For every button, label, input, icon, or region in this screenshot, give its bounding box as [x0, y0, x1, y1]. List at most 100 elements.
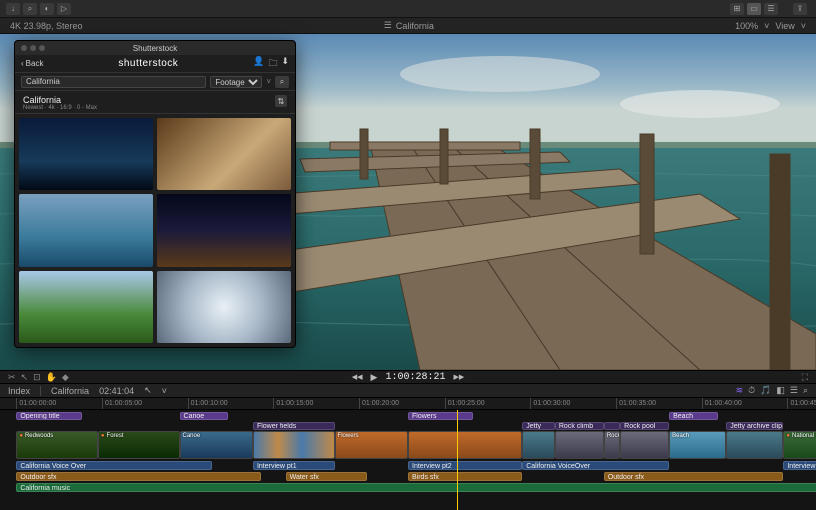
results-meta: California Newest · 4k · 16:9 · 0 - Max …: [15, 91, 295, 114]
video-clip[interactable]: [408, 431, 522, 459]
audio-icon[interactable]: 🎵: [760, 385, 771, 396]
compound-clip-icon: ●: [19, 433, 23, 439]
audio-track[interactable]: California Voice Over Interview pt1 Interv…: [0, 461, 816, 470]
clip-label: Canoe: [183, 433, 201, 439]
audio-clip[interactable]: California music: [16, 483, 816, 492]
layout-default-button[interactable]: ▭: [747, 3, 761, 15]
video-clip[interactable]: Flowers: [335, 431, 408, 459]
connected-clip-label[interactable]: Rock climb: [555, 422, 604, 430]
chevron-down-icon[interactable]: ˅: [764, 21, 769, 31]
result-thumb[interactable]: [157, 194, 291, 266]
audio-track[interactable]: California music: [0, 483, 816, 492]
video-clip[interactable]: [253, 431, 335, 459]
media-type-select[interactable]: Footage: [210, 76, 262, 88]
crop-icon[interactable]: ⊡: [33, 372, 41, 383]
result-thumb[interactable]: [157, 118, 291, 190]
scissors-icon[interactable]: ✂: [8, 372, 16, 383]
chevron-down-icon[interactable]: ˅: [162, 386, 167, 396]
download-icon[interactable]: ⬇: [281, 56, 289, 72]
arrow-icon[interactable]: ↖: [21, 372, 29, 383]
effects-icon[interactable]: ≋: [736, 385, 744, 396]
view-menu[interactable]: View: [775, 21, 794, 31]
render-button[interactable]: ▷: [57, 3, 71, 15]
audio-clip[interactable]: California VoiceOver: [522, 461, 669, 470]
result-thumb[interactable]: [19, 194, 153, 266]
shutterstock-logo: shutterstock: [43, 58, 253, 69]
title-clip[interactable]: Opening title: [16, 412, 81, 420]
connected-clip-label[interactable]: Rock pool: [620, 422, 669, 430]
video-clip[interactable]: ●National Park: [783, 431, 816, 459]
search-input[interactable]: [21, 76, 206, 88]
search-icon[interactable]: ⌕: [803, 385, 808, 396]
connected-labels: Flower fields JettyRock climb Rock pool Jet…: [0, 422, 816, 430]
clip-label: Forest: [107, 433, 124, 439]
clip-label: Rocks: [607, 433, 620, 439]
video-clip[interactable]: [620, 431, 669, 459]
video-clip[interactable]: [726, 431, 783, 459]
audio-clip[interactable]: Interview pt1: [253, 461, 335, 470]
result-thumb[interactable]: [19, 118, 153, 190]
viewer[interactable]: Shutterstock ‹ Back shutterstock 👤 🗀 ⬇ F…: [0, 34, 816, 370]
share-button[interactable]: ⇪: [793, 3, 807, 15]
video-clip[interactable]: [555, 431, 604, 459]
title-clip[interactable]: Beach: [669, 412, 718, 420]
video-clip[interactable]: [522, 431, 555, 459]
timeline[interactable]: Opening titleCanoeFlowersBeachFlower fie…: [0, 410, 816, 510]
audio-clip[interactable]: Interview pt2: [408, 461, 522, 470]
retime-icon[interactable]: ⏱: [748, 385, 755, 396]
timeline-duration: 02:41:04: [99, 386, 134, 396]
chevron-down-icon[interactable]: ˅: [266, 77, 271, 86]
key-icon[interactable]: ◆: [62, 372, 69, 383]
timeline-ruler[interactable]: 01:00:00:0001:00:05:0001:00:10:0001:00:1…: [0, 398, 816, 410]
audio-clip[interactable]: Water sfx: [286, 472, 368, 481]
connected-clip-label[interactable]: Jetty archive clip: [726, 422, 783, 430]
video-clip[interactable]: Rocks: [604, 431, 620, 459]
tool-select-icon[interactable]: ↖: [144, 385, 152, 396]
result-thumb[interactable]: [157, 271, 291, 343]
folder-icon[interactable]: 🗀: [268, 56, 277, 72]
format-label: 4K 23.98p, Stereo: [10, 21, 83, 31]
video-clip[interactable]: Canoe: [180, 431, 253, 459]
audio-clip[interactable]: Interview pt3: [783, 461, 816, 470]
panel-titlebar[interactable]: Shutterstock: [15, 41, 295, 55]
import-button[interactable]: ↓: [6, 3, 20, 15]
prev-edit-button[interactable]: ◀◀: [352, 373, 363, 381]
connected-clip-label[interactable]: [604, 422, 620, 430]
audio-clip[interactable]: Outdoor sfx: [604, 472, 784, 481]
index-button[interactable]: Index: [8, 386, 30, 396]
account-icon[interactable]: 👤: [253, 56, 264, 72]
ruler-tick: 01:00:25:00: [445, 398, 485, 409]
chevron-down-icon[interactable]: ˅: [801, 21, 806, 31]
zoom-level[interactable]: 100%: [735, 21, 758, 31]
play-button[interactable]: ▶: [371, 372, 378, 383]
layout-timeline-button[interactable]: ☰: [764, 3, 778, 15]
audio-clip[interactable]: Birds sfx: [408, 472, 522, 481]
audio-track[interactable]: Outdoor sfx Water sfx Birds sfx Outdoor sfx: [0, 472, 816, 481]
hand-icon[interactable]: ✋: [46, 372, 57, 383]
audio-clip[interactable]: Outdoor sfx: [16, 472, 261, 481]
sort-button[interactable]: ⇅: [275, 95, 287, 107]
back-button[interactable]: ‹ Back: [21, 59, 43, 68]
clip-appearance-icon[interactable]: ☰: [790, 385, 798, 396]
connected-clip-label[interactable]: Flower fields: [253, 422, 335, 430]
clip-label: Redwoods: [25, 433, 53, 439]
titles-track[interactable]: Opening title Canoe Flowers Beach: [0, 412, 816, 420]
background-tasks-button[interactable]: ◐: [40, 3, 54, 15]
layout-browser-button[interactable]: ⊞: [730, 3, 744, 15]
primary-storyline[interactable]: ●Redwoods●ForestCanoeFlowersRocksBeach●N…: [0, 431, 816, 459]
result-thumb[interactable]: [19, 271, 153, 343]
title-clip[interactable]: Canoe: [180, 412, 229, 420]
audio-clip[interactable]: California Voice Over: [16, 461, 212, 470]
connected-clip-label[interactable]: Jetty: [522, 422, 555, 430]
color-icon[interactable]: ◧: [776, 385, 785, 396]
video-clip[interactable]: ●Redwoods: [16, 431, 98, 459]
playhead[interactable]: [457, 410, 458, 510]
video-clip[interactable]: Beach: [669, 431, 726, 459]
timecode[interactable]: 1:00:28:21: [385, 372, 445, 383]
fullscreen-icon[interactable]: ⛶: [802, 372, 808, 383]
next-edit-button[interactable]: ▶▶: [453, 373, 464, 381]
keyword-button[interactable]: ⌕: [23, 3, 37, 15]
search-button[interactable]: ⌕: [275, 76, 289, 88]
title-clip[interactable]: Flowers: [408, 412, 473, 420]
video-clip[interactable]: ●Forest: [98, 431, 180, 459]
